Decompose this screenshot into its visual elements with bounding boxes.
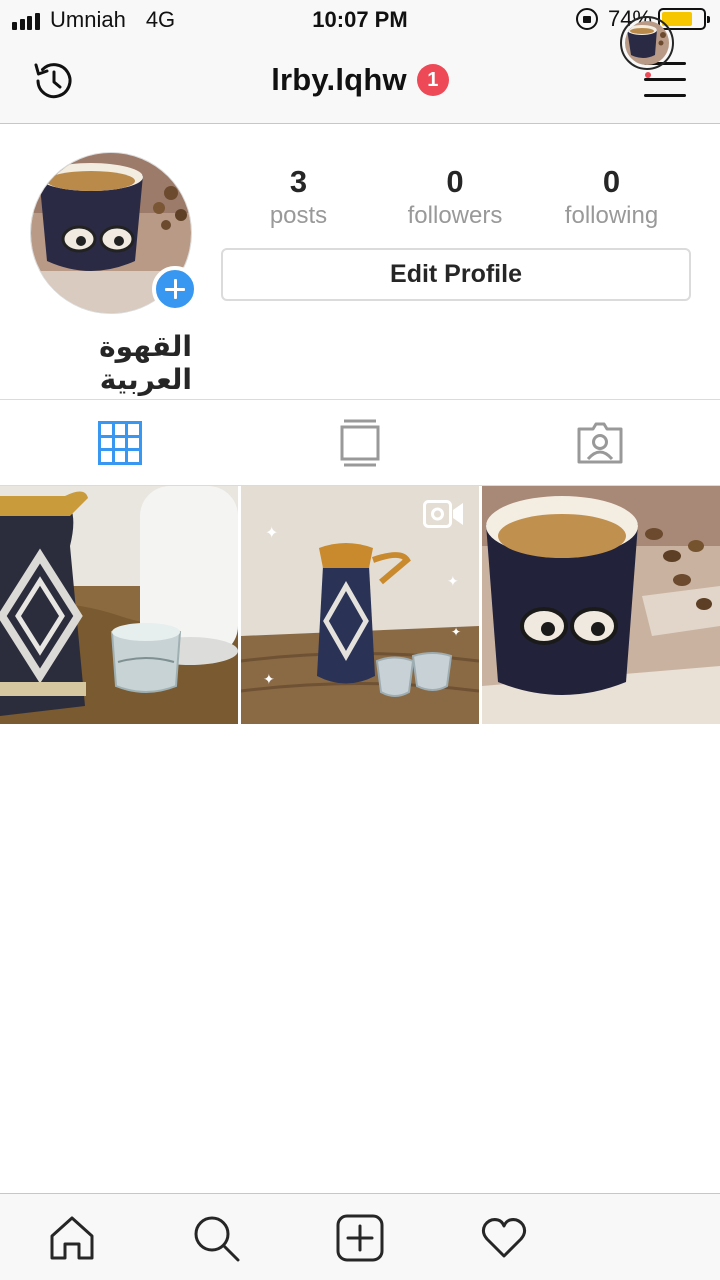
svg-text:✦: ✦: [447, 573, 459, 589]
stat-following-label: following: [564, 202, 659, 229]
nav-home[interactable]: [46, 1212, 98, 1264]
stat-following[interactable]: 0 following: [533, 164, 690, 232]
username-title-wrap: lrby.lqhw 1: [0, 62, 720, 98]
profile-stats: 3 posts 0 followers 0 following: [220, 164, 690, 232]
edit-profile-button[interactable]: Edit Profile: [221, 248, 691, 301]
post-thumbnail[interactable]: ✦ ✦ ✦ ✦: [241, 486, 479, 724]
stat-followers-label: followers: [407, 202, 503, 229]
nav-new-post[interactable]: [334, 1212, 386, 1264]
notification-badge: 1: [416, 64, 449, 96]
status-bar: Umniah 4G 10:07 PM 74%: [0, 0, 720, 40]
post-thumbnail[interactable]: [482, 486, 720, 724]
rotation-lock-icon: [575, 8, 598, 30]
nav-profile[interactable]: [620, 16, 674, 70]
username-title[interactable]: lrby.lqhw: [271, 62, 407, 98]
search-icon: [194, 1216, 240, 1262]
svg-text:✦: ✦: [265, 525, 278, 542]
tab-tagged[interactable]: [480, 400, 720, 485]
post-thumbnail[interactable]: [0, 486, 238, 724]
svg-text:✦: ✦: [263, 671, 275, 687]
coffee-cup-with-cardamom-image: [482, 486, 720, 724]
grid-icon: [98, 420, 142, 465]
stat-following-count: 0: [602, 164, 621, 199]
stat-posts[interactable]: 3 posts: [220, 164, 377, 232]
home-icon: [50, 1216, 94, 1260]
stat-posts-label: posts: [269, 202, 328, 229]
nav-search[interactable]: [190, 1212, 242, 1264]
coffee-dallah-and-cups-image: [0, 486, 238, 724]
feed-icon: [340, 419, 380, 466]
stat-followers-count: 0: [446, 164, 464, 199]
posts-grid: ✦ ✦ ✦ ✦: [0, 486, 720, 724]
tab-feed[interactable]: [240, 400, 480, 485]
profile-display-name: القهوة العربية: [99, 330, 192, 396]
nav-activity[interactable]: [478, 1212, 530, 1264]
heart-icon: [481, 1218, 527, 1258]
stat-posts-count: 3: [289, 164, 308, 199]
new-post-icon: [336, 1214, 384, 1262]
profile-avatar-icon: [625, 21, 669, 65]
add-story-button[interactable]: [152, 266, 198, 312]
profile-header: lrby.lqhw 1: [0, 40, 720, 124]
activity-dot: [645, 72, 651, 78]
profile-tabs: [0, 399, 720, 486]
video-indicator-icon: [423, 500, 463, 528]
tab-grid[interactable]: [0, 400, 240, 485]
tagged-icon: [577, 422, 623, 463]
stat-followers[interactable]: 0 followers: [377, 164, 533, 232]
svg-text:✦: ✦: [451, 625, 461, 639]
bottom-navigation: [0, 1193, 720, 1280]
